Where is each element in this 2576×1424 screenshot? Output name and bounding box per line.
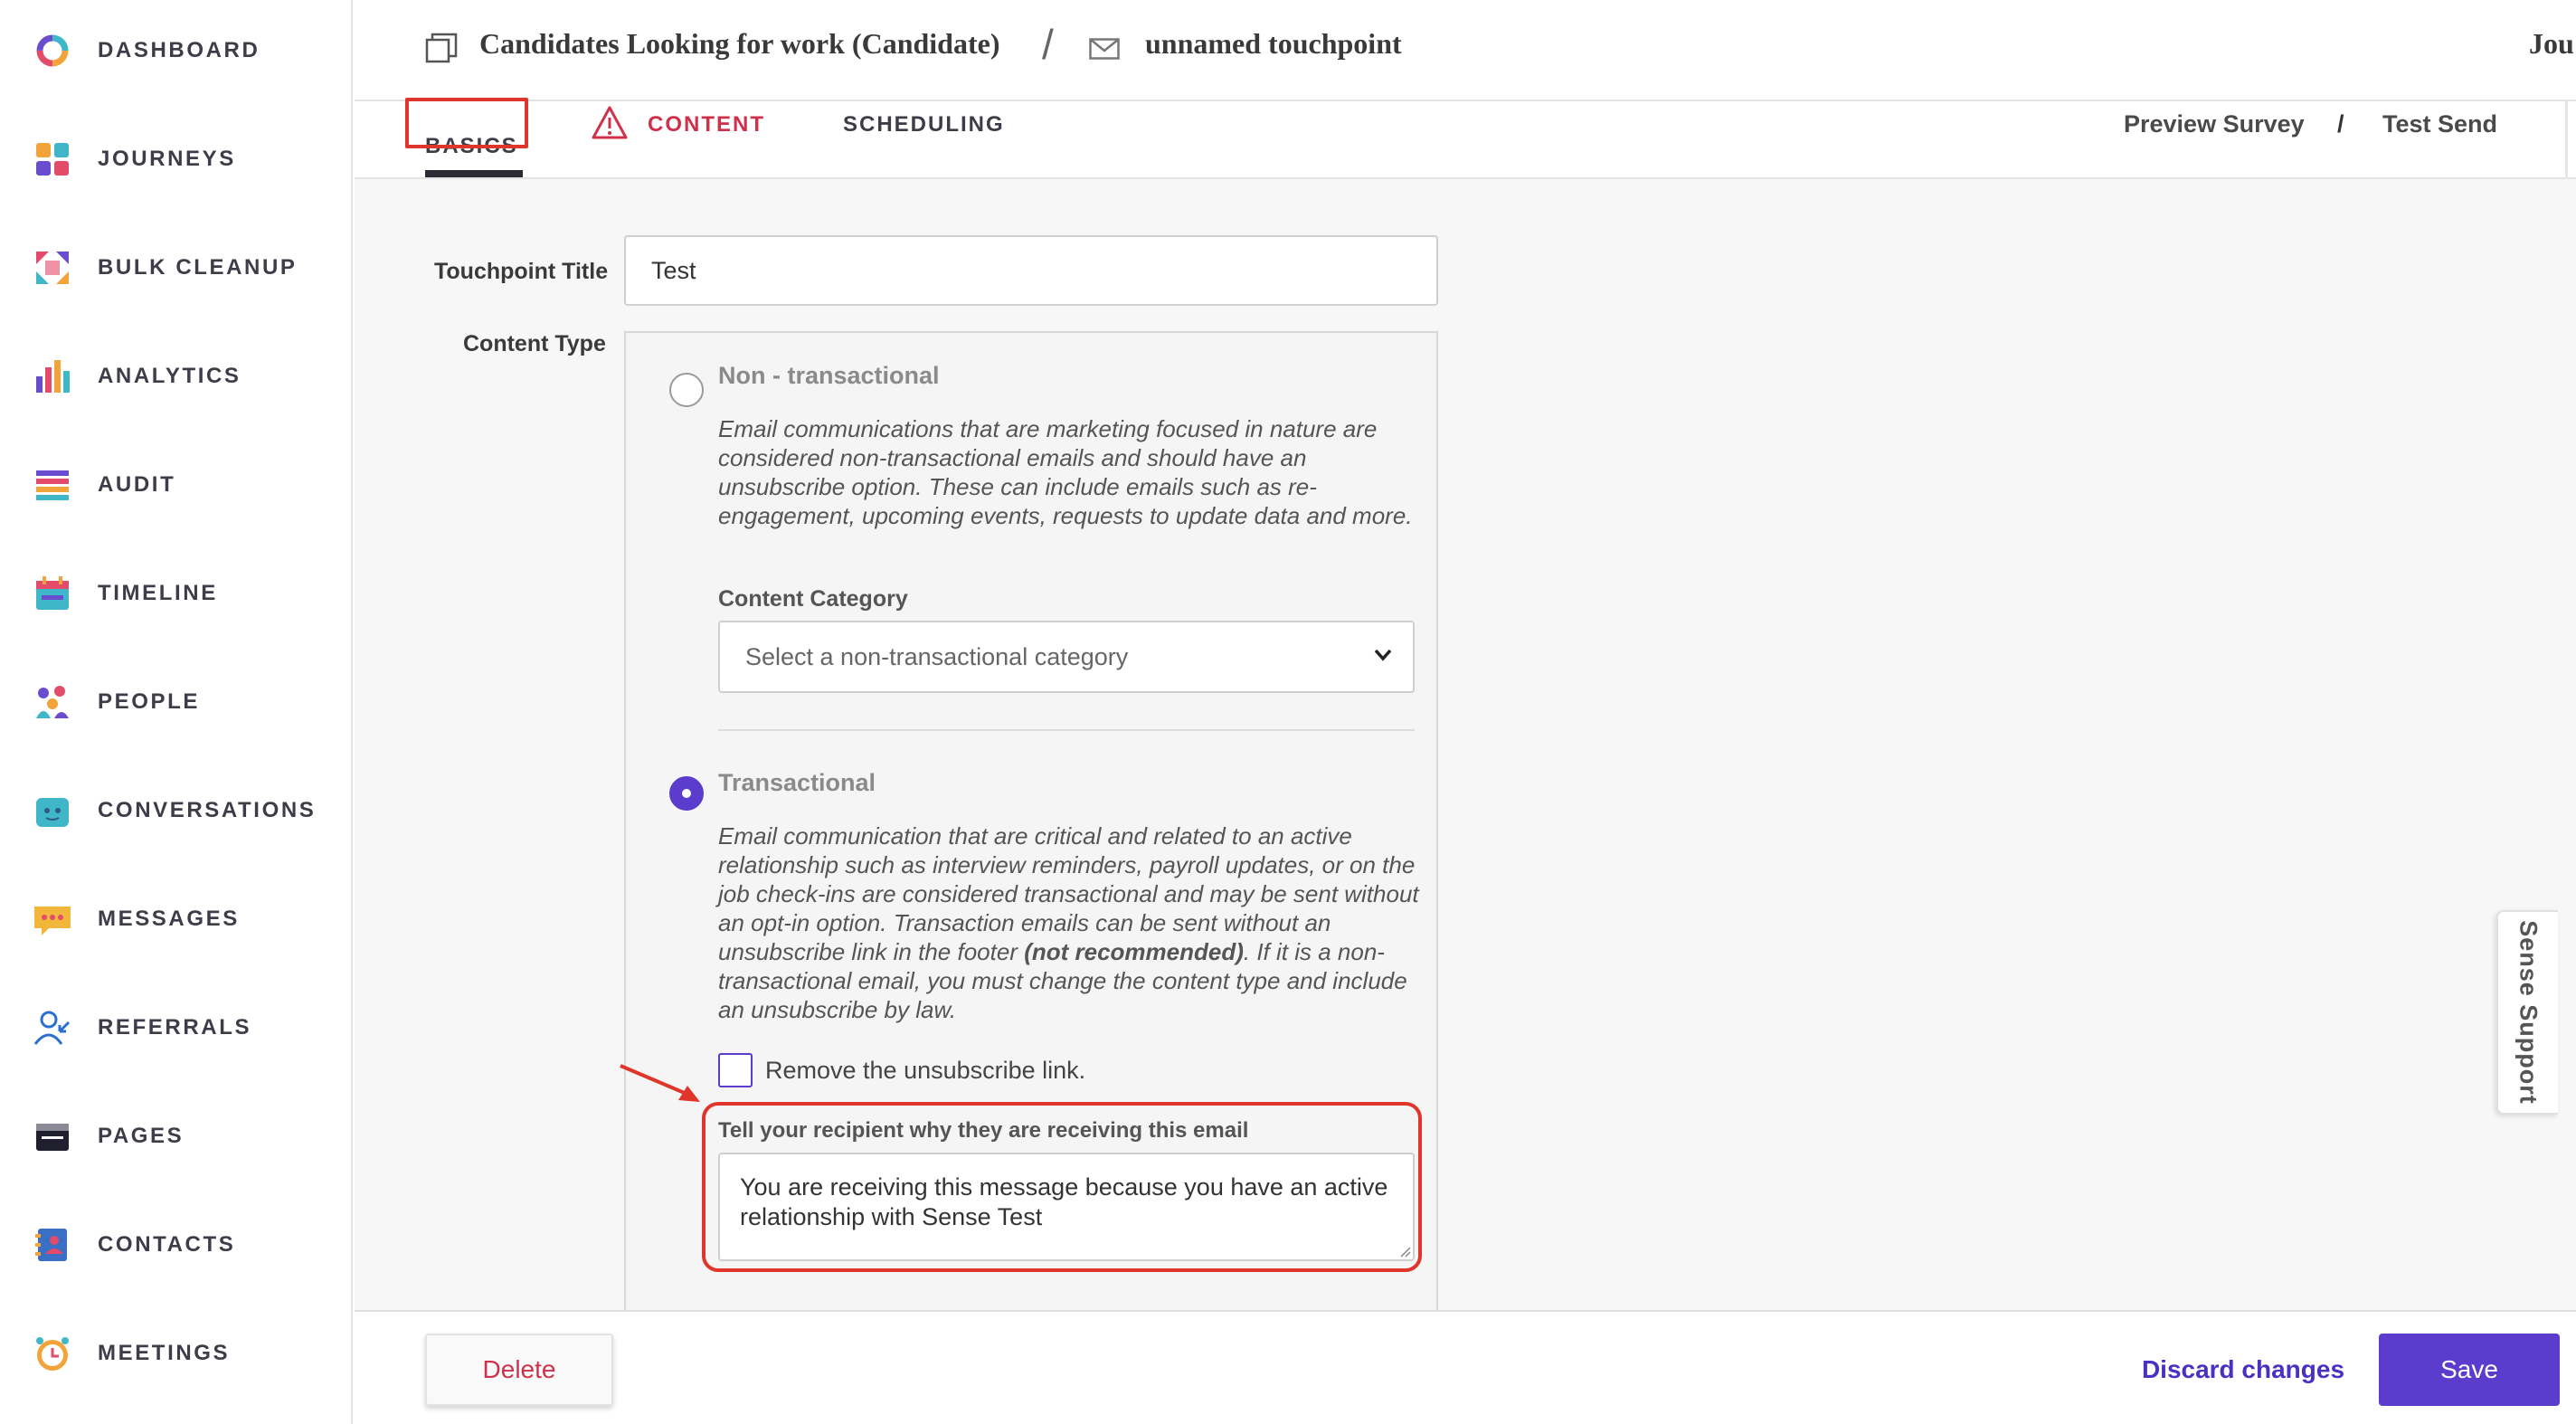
content-type-label: Content Type (463, 331, 606, 356)
sidebar-item-bulk-cleanup[interactable]: BULK CLEANUP (0, 223, 351, 313)
delete-button[interactable]: Delete (425, 1334, 613, 1406)
options-divider (718, 729, 1415, 731)
sidebar-item-people[interactable]: PEOPLE (0, 657, 351, 747)
sidebar-item-label: ANALYTICS (98, 364, 242, 388)
save-button[interactable]: Save (2379, 1334, 2560, 1406)
non-transactional-radio[interactable] (669, 373, 704, 407)
content-category-label: Content Category (718, 586, 908, 612)
sidebar-item-label: MEETINGS (98, 1341, 231, 1365)
sidebar-item-label: TIMELINE (98, 581, 218, 605)
audit-list-icon (36, 470, 69, 500)
preview-survey-link[interactable]: Preview Survey (2124, 110, 2305, 138)
discard-changes-button[interactable]: Discard changes (2126, 1334, 2361, 1406)
sidebar-item-contacts[interactable]: CONTACTS (0, 1200, 351, 1290)
transactional-description: Email communication that are critical an… (718, 821, 1424, 1024)
envelope-icon (1089, 38, 1120, 60)
tab-content[interactable]: CONTENT (648, 112, 765, 138)
sidebar-item-referrals[interactable]: REFERRALS (0, 983, 351, 1073)
sidebar-item-label: DASHBOARD (98, 38, 260, 62)
sidebar-item-messages[interactable]: MESSAGES (0, 874, 351, 964)
sidebar-item-timeline[interactable]: TIMELINE (0, 548, 351, 639)
pages-browser-icon (36, 1124, 69, 1151)
journeys-grid-icon (36, 143, 69, 176)
transactional-title: Transactional (718, 769, 876, 796)
page-header: Candidates Looking for work (Candidate) … (355, 0, 2576, 101)
sidebar-item-label: CONVERSATIONS (98, 798, 317, 822)
sidebar-item-analytics[interactable]: ANALYTICS (0, 331, 351, 422)
sidebar-item-label: JOURNEYS (98, 147, 236, 171)
people-group-icon (36, 686, 69, 718)
referrals-user-icon (33, 1011, 71, 1045)
reason-textarea[interactable]: You are receiving this message because y… (718, 1153, 1415, 1261)
sidebar-item-dashboard[interactable]: DASHBOARD (0, 5, 351, 96)
bulk-cleanup-arrows-icon (36, 252, 69, 284)
breadcrumb-touchpoint-name[interactable]: unnamed touchpoint (1145, 27, 1402, 61)
remove-unsubscribe-label: Remove the unsubscribe link. (765, 1057, 1086, 1084)
sidebar-item-label: AUDIT (98, 472, 176, 497)
sidebar-item-journeys[interactable]: JOURNEYS (0, 114, 351, 204)
tab-bar: BASICS CONTENT SCHEDULING Preview Survey… (355, 101, 2576, 179)
non-transactional-description: Email communications that are marketing … (718, 415, 1413, 529)
meetings-clock-icon (36, 1337, 69, 1371)
sidebar-item-pages[interactable]: PAGES (0, 1091, 351, 1182)
analytics-bars-icon (36, 360, 70, 393)
test-send-link[interactable]: Test Send (2382, 110, 2497, 138)
sidebar-item-audit[interactable]: AUDIT (0, 440, 351, 530)
tab-basics-label: BASICS (425, 134, 518, 158)
sidebar-item-label: CONTACTS (98, 1232, 236, 1257)
sidebar-item-conversations[interactable]: CONVERSATIONS (0, 765, 351, 856)
radio-selected-dot (682, 789, 691, 798)
timeline-calendar-icon (36, 576, 69, 610)
sidebar-item-meetings[interactable]: MEETINGS (0, 1308, 351, 1399)
sidebar-item-label: MESSAGES (98, 907, 240, 931)
chevron-down-icon (1374, 649, 1392, 661)
dashboard-ring-icon (36, 34, 69, 67)
footer-bar: Delete Discard changes Save (355, 1310, 2576, 1424)
tab-basics[interactable]: BASICS (425, 110, 518, 179)
sidebar: DASHBOARD JOURNEYS BULK CLEANUP ANALYTIC… (0, 0, 353, 1424)
sidebar-item-label: PAGES (98, 1124, 185, 1148)
content-category-placeholder: Select a non-transactional category (745, 642, 1129, 670)
content-category-select[interactable]: Select a non-transactional category (718, 621, 1415, 693)
not-recommended-text: (not recommended) (1024, 938, 1244, 965)
sidebar-item-label: REFERRALS (98, 1015, 252, 1040)
reason-value: You are receiving this message because y… (740, 1173, 1388, 1230)
discard-changes-label: Discard changes (2141, 1355, 2345, 1383)
header-truncated-link[interactable]: Jou (2529, 27, 2576, 61)
save-button-label: Save (2440, 1355, 2498, 1383)
content-type-panel: Non - transactional Email communications… (624, 331, 1438, 1326)
warning-triangle-icon (592, 106, 628, 139)
touchpoint-title-value: Test (651, 256, 696, 284)
sense-support-tab[interactable]: Sense Support (2496, 910, 2558, 1115)
remove-unsubscribe-checkbox[interactable] (718, 1053, 753, 1087)
annotation-arrow-icon (620, 1064, 700, 1102)
sense-support-label: Sense Support (2514, 920, 2543, 1105)
reason-label: Tell your recipient why they are receivi… (718, 1118, 1249, 1143)
conversations-bot-icon (36, 798, 69, 827)
active-tab-underline (425, 170, 523, 177)
contacts-book-icon (35, 1229, 67, 1261)
tab-link-separator: / (2337, 110, 2344, 138)
delete-button-label: Delete (482, 1355, 556, 1383)
tab-scheduling[interactable]: SCHEDULING (843, 112, 1005, 138)
copy-stack-icon (425, 33, 458, 63)
breadcrumb-journey-title[interactable]: Candidates Looking for work (Candidate) (479, 27, 999, 61)
resize-handle-icon[interactable] (1397, 1243, 1411, 1258)
transactional-radio[interactable] (669, 776, 704, 811)
breadcrumb-separator: / (1042, 21, 1054, 68)
touchpoint-title-input[interactable]: Test (624, 235, 1438, 306)
sidebar-item-label: BULK CLEANUP (98, 255, 298, 280)
touchpoint-title-label: Touchpoint Title (434, 259, 609, 284)
messages-bubble-icon (34, 907, 71, 935)
sidebar-item-label: PEOPLE (98, 689, 200, 714)
non-transactional-title: Non - transactional (718, 362, 940, 389)
